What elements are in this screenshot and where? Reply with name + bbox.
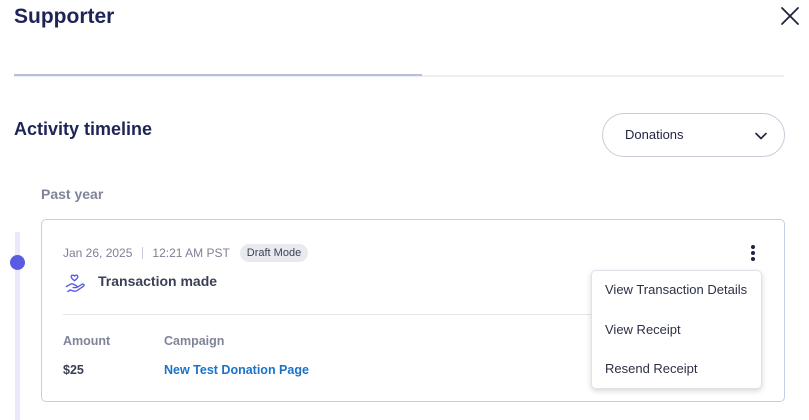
close-icon: [781, 7, 799, 25]
meta-separator: [142, 247, 144, 259]
menu-item-view-receipt[interactable]: View Receipt: [605, 322, 681, 337]
page-title: Supporter: [14, 5, 115, 28]
filter-select-value: Donations: [625, 127, 684, 142]
event-title: Transaction made: [98, 273, 218, 289]
close-button[interactable]: [778, 4, 802, 28]
amount-value: $25: [63, 363, 84, 377]
event-context-menu: View Transaction Details View Receipt Re…: [591, 270, 762, 389]
heart-hand-icon: [65, 274, 85, 293]
event-time: 12:21 AM PST: [152, 246, 230, 260]
event-meta: Jan 26, 2025 12:21 AM PST Draft Mode: [63, 244, 309, 262]
event-date: Jan 26, 2025: [63, 246, 133, 260]
kebab-menu-icon[interactable]: [746, 240, 760, 264]
timeline-group-label: Past year: [41, 186, 104, 202]
tab-active-indicator: [14, 74, 422, 76]
activity-filter-select[interactable]: Donations: [602, 113, 785, 157]
campaign-label: Campaign: [164, 334, 225, 348]
chevron-down-icon: [755, 132, 767, 140]
amount-label: Amount: [63, 334, 111, 348]
status-badge: Draft Mode: [239, 244, 309, 262]
card-divider: [63, 314, 603, 315]
menu-item-resend-receipt[interactable]: Resend Receipt: [605, 361, 698, 376]
timeline-dot: [10, 255, 25, 270]
menu-item-view-transaction-details[interactable]: View Transaction Details: [605, 282, 747, 297]
section-title: Activity timeline: [14, 119, 153, 139]
campaign-link[interactable]: New Test Donation Page: [164, 363, 309, 377]
